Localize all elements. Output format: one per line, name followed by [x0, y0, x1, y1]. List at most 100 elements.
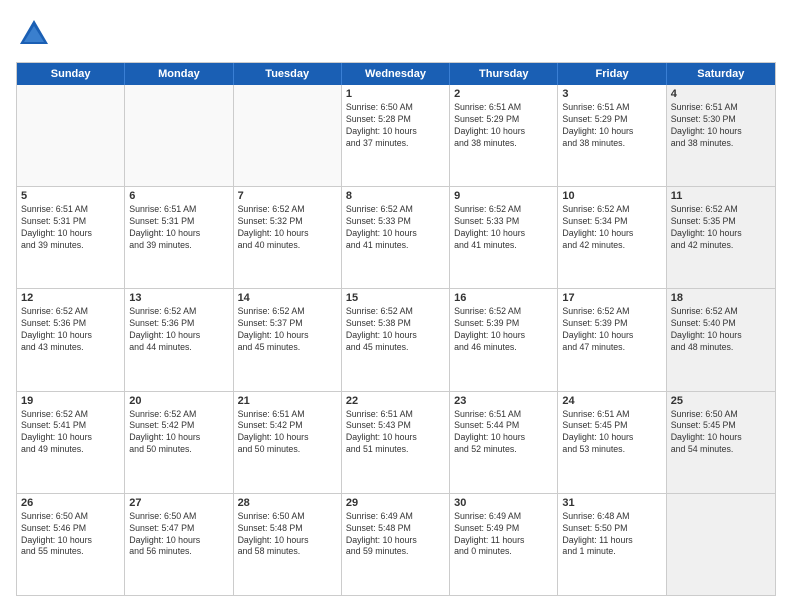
day-number: 27 — [129, 497, 228, 509]
day-info: Sunrise: 6:52 AM Sunset: 5:33 PM Dayligh… — [454, 204, 553, 252]
day-info: Sunrise: 6:50 AM Sunset: 5:46 PM Dayligh… — [21, 511, 120, 559]
calendar-cell-4-1: 27 Sunrise: 6:50 AM Sunset: 5:47 PM Dayli… — [125, 494, 233, 595]
day-info: Sunrise: 6:50 AM Sunset: 5:47 PM Dayligh… — [129, 511, 228, 559]
day-number: 20 — [129, 395, 228, 407]
day-info: Sunrise: 6:50 AM Sunset: 5:28 PM Dayligh… — [346, 102, 445, 150]
calendar-cell-3-0: 19 Sunrise: 6:52 AM Sunset: 5:41 PM Dayli… — [17, 392, 125, 493]
weekday-header-monday: Monday — [125, 63, 233, 85]
calendar-cell-0-0 — [17, 85, 125, 186]
day-info: Sunrise: 6:51 AM Sunset: 5:31 PM Dayligh… — [21, 204, 120, 252]
day-number: 22 — [346, 395, 445, 407]
day-info: Sunrise: 6:49 AM Sunset: 5:49 PM Dayligh… — [454, 511, 553, 559]
calendar-cell-3-6: 25 Sunrise: 6:50 AM Sunset: 5:45 PM Dayli… — [667, 392, 775, 493]
day-number: 2 — [454, 88, 553, 100]
day-info: Sunrise: 6:50 AM Sunset: 5:45 PM Dayligh… — [671, 409, 771, 457]
weekday-header-sunday: Sunday — [17, 63, 125, 85]
calendar-cell-0-4: 2 Sunrise: 6:51 AM Sunset: 5:29 PM Daylig… — [450, 85, 558, 186]
calendar-cell-2-5: 17 Sunrise: 6:52 AM Sunset: 5:39 PM Dayli… — [558, 289, 666, 390]
calendar-cell-2-6: 18 Sunrise: 6:52 AM Sunset: 5:40 PM Dayli… — [667, 289, 775, 390]
calendar-cell-4-3: 29Sunrise: 6:49 AM Sunset: 5:48 PM Dayli… — [342, 494, 450, 595]
calendar-cell-0-3: 1 Sunrise: 6:50 AM Sunset: 5:28 PM Daylig… — [342, 85, 450, 186]
day-number: 16 — [454, 292, 553, 304]
day-info: Sunrise: 6:52 AM Sunset: 5:38 PM Dayligh… — [346, 306, 445, 354]
day-number: 13 — [129, 292, 228, 304]
calendar-header: SundayMondayTuesdayWednesdayThursdayFrid… — [17, 63, 775, 85]
day-info: Sunrise: 6:52 AM Sunset: 5:41 PM Dayligh… — [21, 409, 120, 457]
day-number: 29 — [346, 497, 445, 509]
logo-icon — [16, 16, 52, 52]
calendar-cell-1-2: 7 Sunrise: 6:52 AM Sunset: 5:32 PM Daylig… — [234, 187, 342, 288]
day-number: 28 — [238, 497, 337, 509]
weekday-header-thursday: Thursday — [450, 63, 558, 85]
calendar-cell-2-0: 12 Sunrise: 6:52 AM Sunset: 5:36 PM Dayli… — [17, 289, 125, 390]
day-number: 26 — [21, 497, 120, 509]
day-info: Sunrise: 6:52 AM Sunset: 5:40 PM Dayligh… — [671, 306, 771, 354]
calendar-cell-0-6: 4Sunrise: 6:51 AM Sunset: 5:30 PM Daylig… — [667, 85, 775, 186]
day-info: Sunrise: 6:48 AM Sunset: 5:50 PM Dayligh… — [562, 511, 661, 559]
calendar-cell-2-1: 13 Sunrise: 6:52 AM Sunset: 5:36 PM Dayli… — [125, 289, 233, 390]
day-number: 6 — [129, 190, 228, 202]
day-info: Sunrise: 6:51 AM Sunset: 5:31 PM Dayligh… — [129, 204, 228, 252]
day-number: 31 — [562, 497, 661, 509]
day-info: Sunrise: 6:52 AM Sunset: 5:33 PM Dayligh… — [346, 204, 445, 252]
day-info: Sunrise: 6:52 AM Sunset: 5:34 PM Dayligh… — [562, 204, 661, 252]
calendar-row-0: 1 Sunrise: 6:50 AM Sunset: 5:28 PM Daylig… — [17, 85, 775, 187]
day-number: 19 — [21, 395, 120, 407]
calendar-cell-1-1: 6 Sunrise: 6:51 AM Sunset: 5:31 PM Daylig… — [125, 187, 233, 288]
weekday-header-saturday: Saturday — [667, 63, 775, 85]
day-number: 17 — [562, 292, 661, 304]
day-info: Sunrise: 6:52 AM Sunset: 5:32 PM Dayligh… — [238, 204, 337, 252]
day-number: 7 — [238, 190, 337, 202]
day-number: 1 — [346, 88, 445, 100]
calendar-cell-1-0: 5 Sunrise: 6:51 AM Sunset: 5:31 PM Daylig… — [17, 187, 125, 288]
day-info: Sunrise: 6:51 AM Sunset: 5:42 PM Dayligh… — [238, 409, 337, 457]
calendar-cell-4-4: 30 Sunrise: 6:49 AM Sunset: 5:49 PM Dayli… — [450, 494, 558, 595]
weekday-header-wednesday: Wednesday — [342, 63, 450, 85]
calendar-row-4: 26 Sunrise: 6:50 AM Sunset: 5:46 PM Dayli… — [17, 494, 775, 595]
calendar-row-1: 5 Sunrise: 6:51 AM Sunset: 5:31 PM Daylig… — [17, 187, 775, 289]
day-number: 18 — [671, 292, 771, 304]
day-info: Sunrise: 6:52 AM Sunset: 5:36 PM Dayligh… — [129, 306, 228, 354]
day-info: Sunrise: 6:51 AM Sunset: 5:44 PM Dayligh… — [454, 409, 553, 457]
calendar-cell-1-3: 8 Sunrise: 6:52 AM Sunset: 5:33 PM Daylig… — [342, 187, 450, 288]
day-number: 3 — [562, 88, 661, 100]
calendar-row-2: 12 Sunrise: 6:52 AM Sunset: 5:36 PM Dayli… — [17, 289, 775, 391]
weekday-header-friday: Friday — [558, 63, 666, 85]
day-info: Sunrise: 6:52 AM Sunset: 5:39 PM Dayligh… — [562, 306, 661, 354]
page: SundayMondayTuesdayWednesdayThursdayFrid… — [0, 0, 792, 612]
day-number: 30 — [454, 497, 553, 509]
day-info: Sunrise: 6:52 AM Sunset: 5:37 PM Dayligh… — [238, 306, 337, 354]
calendar-cell-4-2: 28Sunrise: 6:50 AM Sunset: 5:48 PM Dayli… — [234, 494, 342, 595]
calendar-cell-4-0: 26 Sunrise: 6:50 AM Sunset: 5:46 PM Dayli… — [17, 494, 125, 595]
header — [16, 16, 776, 52]
calendar-cell-3-4: 23Sunrise: 6:51 AM Sunset: 5:44 PM Dayli… — [450, 392, 558, 493]
day-number: 25 — [671, 395, 771, 407]
calendar-body: 1 Sunrise: 6:50 AM Sunset: 5:28 PM Daylig… — [17, 85, 775, 595]
weekday-header-tuesday: Tuesday — [234, 63, 342, 85]
calendar-row-3: 19 Sunrise: 6:52 AM Sunset: 5:41 PM Dayli… — [17, 392, 775, 494]
day-number: 4 — [671, 88, 771, 100]
calendar-cell-4-5: 31 Sunrise: 6:48 AM Sunset: 5:50 PM Dayli… — [558, 494, 666, 595]
calendar-cell-3-1: 20 Sunrise: 6:52 AM Sunset: 5:42 PM Dayli… — [125, 392, 233, 493]
day-number: 11 — [671, 190, 771, 202]
calendar-cell-3-5: 24Sunrise: 6:51 AM Sunset: 5:45 PM Dayli… — [558, 392, 666, 493]
calendar: SundayMondayTuesdayWednesdayThursdayFrid… — [16, 62, 776, 596]
day-number: 5 — [21, 190, 120, 202]
logo — [16, 16, 56, 52]
day-info: Sunrise: 6:52 AM Sunset: 5:36 PM Dayligh… — [21, 306, 120, 354]
day-info: Sunrise: 6:52 AM Sunset: 5:35 PM Dayligh… — [671, 204, 771, 252]
day-info: Sunrise: 6:51 AM Sunset: 5:43 PM Dayligh… — [346, 409, 445, 457]
calendar-cell-1-5: 10 Sunrise: 6:52 AM Sunset: 5:34 PM Dayli… — [558, 187, 666, 288]
day-info: Sunrise: 6:52 AM Sunset: 5:42 PM Dayligh… — [129, 409, 228, 457]
calendar-cell-2-3: 15Sunrise: 6:52 AM Sunset: 5:38 PM Dayli… — [342, 289, 450, 390]
day-info: Sunrise: 6:51 AM Sunset: 5:29 PM Dayligh… — [454, 102, 553, 150]
day-info: Sunrise: 6:51 AM Sunset: 5:29 PM Dayligh… — [562, 102, 661, 150]
calendar-cell-1-4: 9Sunrise: 6:52 AM Sunset: 5:33 PM Daylig… — [450, 187, 558, 288]
day-number: 8 — [346, 190, 445, 202]
calendar-cell-0-2 — [234, 85, 342, 186]
day-number: 21 — [238, 395, 337, 407]
day-number: 12 — [21, 292, 120, 304]
day-number: 10 — [562, 190, 661, 202]
calendar-cell-3-2: 21 Sunrise: 6:51 AM Sunset: 5:42 PM Dayli… — [234, 392, 342, 493]
calendar-cell-1-6: 11 Sunrise: 6:52 AM Sunset: 5:35 PM Dayli… — [667, 187, 775, 288]
